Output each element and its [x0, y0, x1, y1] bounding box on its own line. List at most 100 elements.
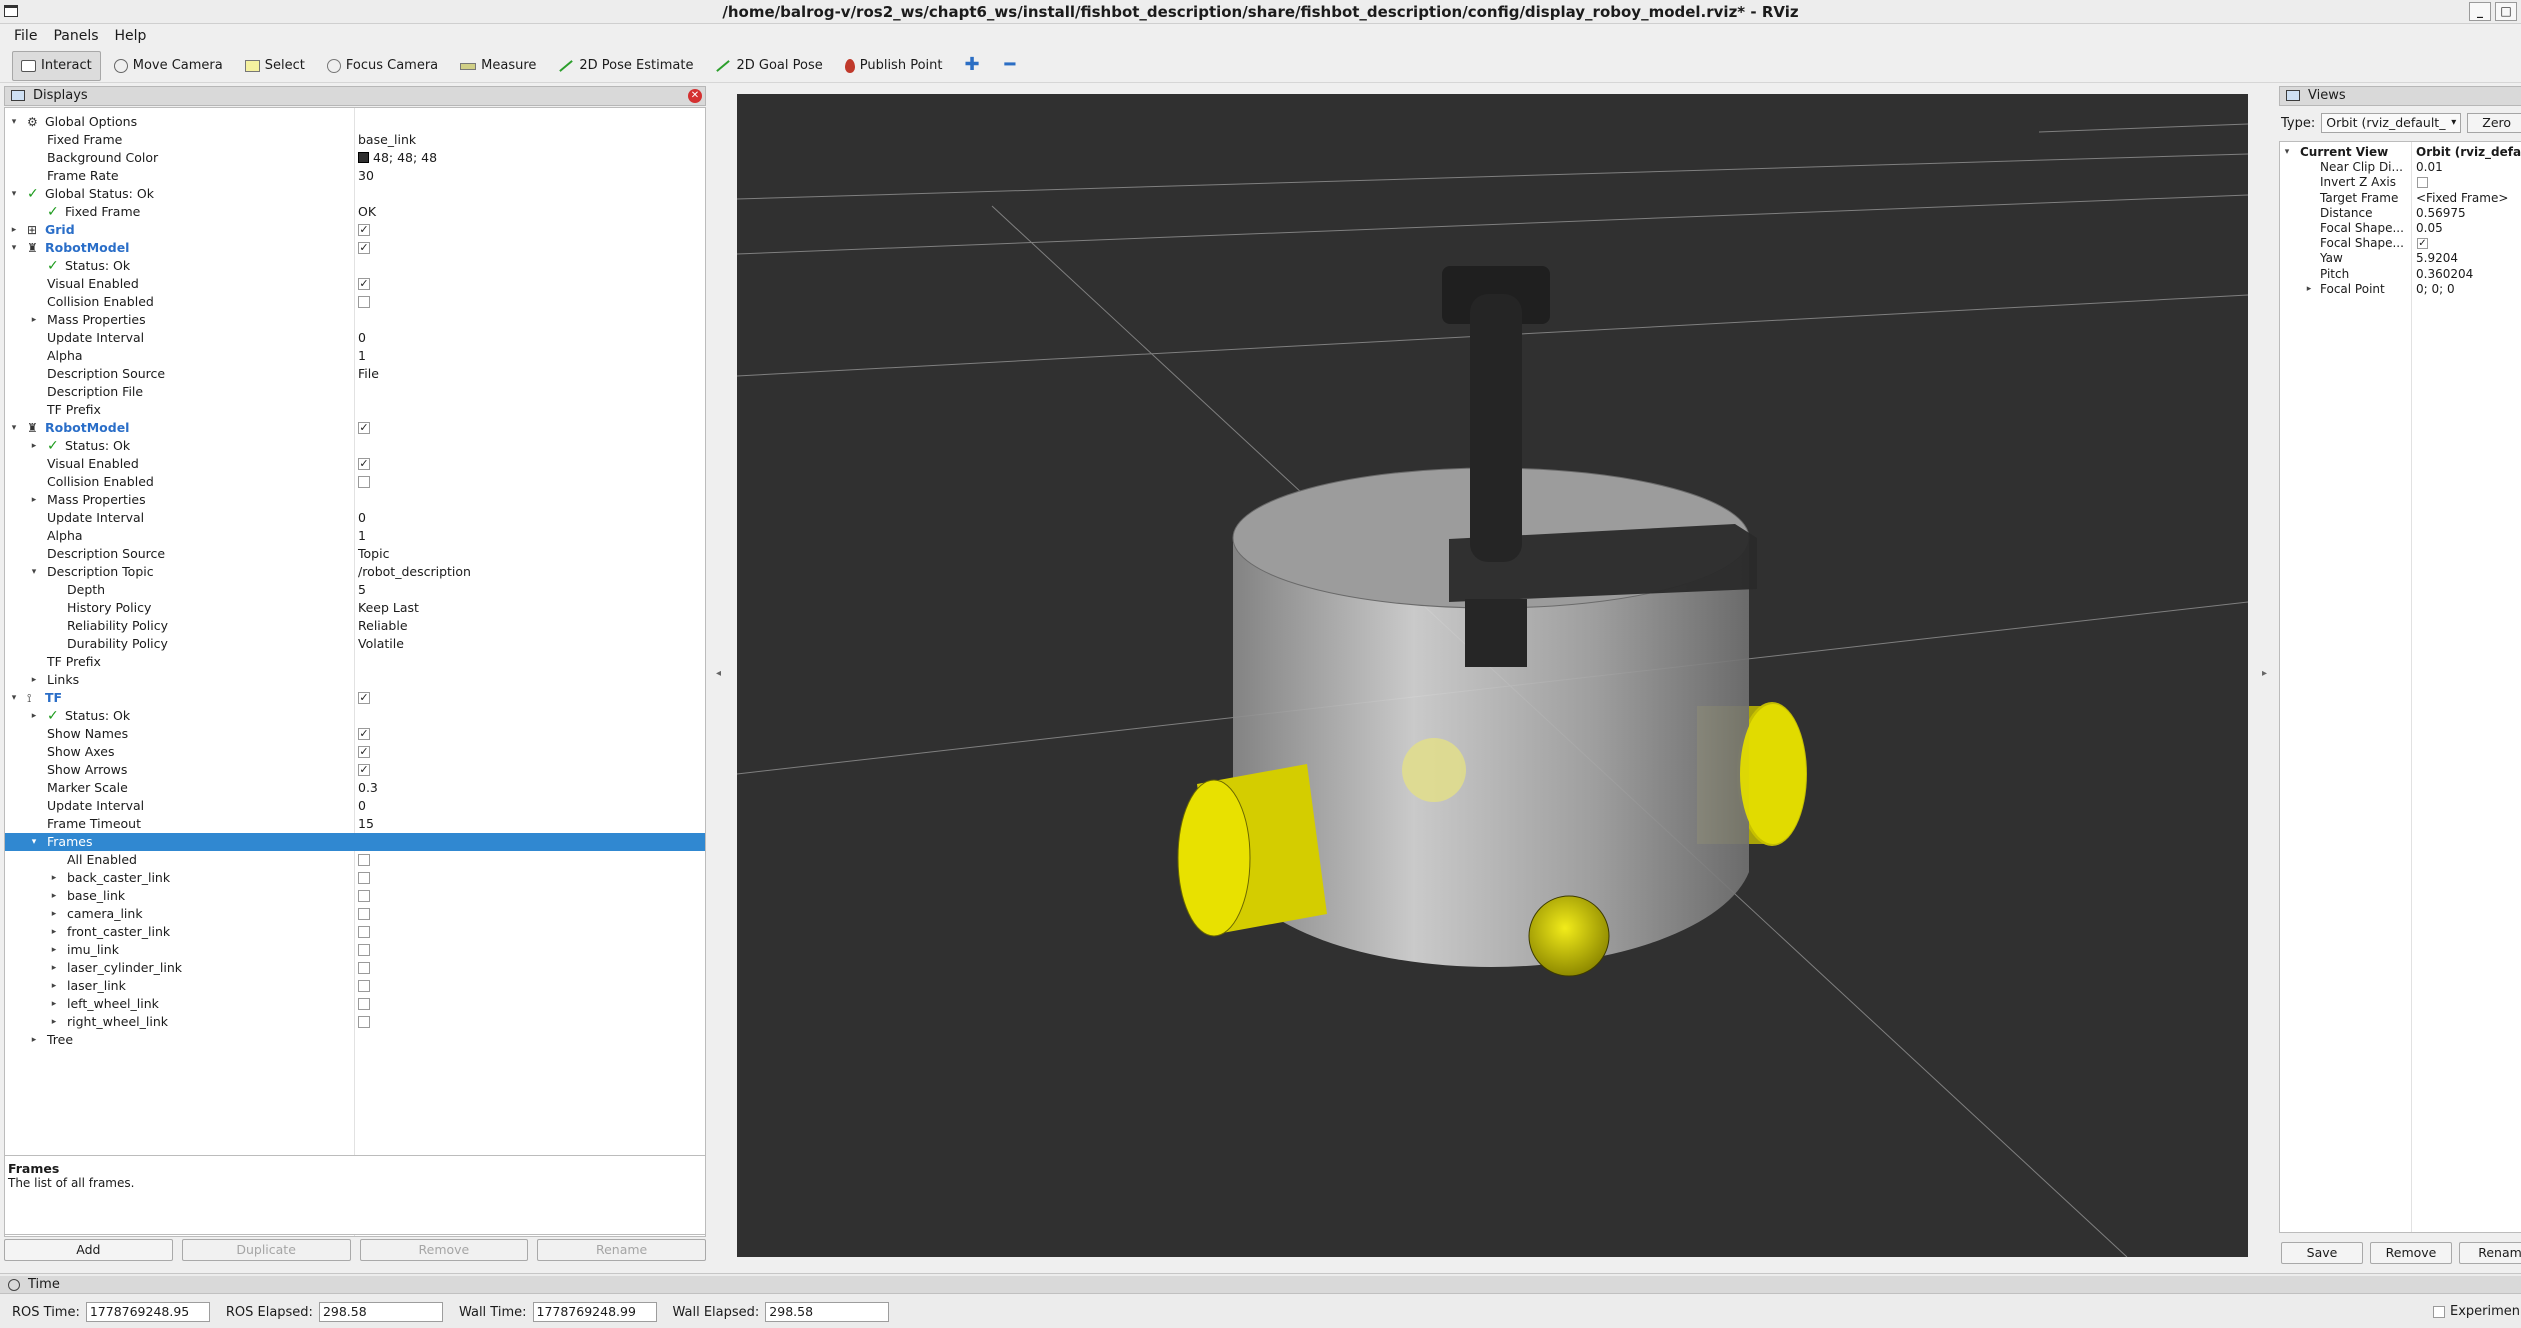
- view-property-row[interactable]: Distance 0.56975: [2280, 206, 2521, 221]
- tree-row[interactable]: ▾ ♜ RobotModel ✓: [5, 419, 705, 437]
- tree-row-value[interactable]: 0: [358, 797, 366, 815]
- goal-pose-tool-button[interactable]: 2D Goal Pose: [706, 51, 831, 81]
- expand-closed-icon[interactable]: ▸: [49, 887, 59, 905]
- scene-svg[interactable]: [737, 94, 2248, 1257]
- tree-row-checkbox[interactable]: [358, 1016, 370, 1028]
- view-property-row[interactable]: Pitch 0.360204: [2280, 267, 2521, 282]
- tree-row-checkbox[interactable]: [358, 944, 370, 956]
- focus-camera-tool-button[interactable]: Focus Camera: [318, 51, 447, 81]
- publish-point-tool-button[interactable]: Publish Point: [836, 51, 952, 81]
- tree-row[interactable]: ▸ Mass Properties: [5, 311, 705, 329]
- add-tool-button[interactable]: ✚: [955, 51, 991, 81]
- tree-row-value[interactable]: Topic: [358, 545, 389, 563]
- tree-row[interactable]: Depth 5: [5, 581, 705, 599]
- view-property-value[interactable]: 0.05: [2416, 221, 2443, 236]
- wall-elapsed-field[interactable]: 298.58: [765, 1302, 890, 1322]
- view-property-row[interactable]: Invert Z Axis: [2280, 175, 2521, 190]
- views-tree[interactable]: ▾ Current View Orbit (rviz_defa Near Clip D…: [2279, 141, 2521, 1233]
- expand-closed-icon[interactable]: ▸: [49, 959, 59, 977]
- expand-closed-icon[interactable]: ▸: [49, 923, 59, 941]
- zero-button[interactable]: Zero: [2467, 113, 2521, 133]
- expand-closed-icon[interactable]: ▸: [29, 437, 39, 455]
- tree-row[interactable]: All Enabled: [5, 851, 705, 869]
- color-swatch[interactable]: [358, 152, 369, 163]
- view-property-row[interactable]: Near Clip Di... 0.01: [2280, 160, 2521, 175]
- tree-row-value[interactable]: 15: [358, 815, 374, 833]
- tree-row[interactable]: ▸ right_wheel_link: [5, 1013, 705, 1031]
- rename-view-button[interactable]: Renam: [2459, 1242, 2521, 1264]
- tree-row[interactable]: ▸ Tree: [5, 1031, 705, 1049]
- tree-row[interactable]: ✓ Status: Ok: [5, 257, 705, 275]
- view-property-checkbox[interactable]: ✓: [2417, 238, 2428, 250]
- expand-closed-icon[interactable]: ▸: [49, 941, 59, 959]
- view-property-value[interactable]: 0; 0; 0: [2416, 282, 2455, 297]
- expand-closed-icon[interactable]: ▸: [49, 977, 59, 995]
- view-property-row[interactable]: Yaw 5.9204: [2280, 251, 2521, 266]
- tree-row-value[interactable]: base_link: [358, 131, 416, 149]
- expand-open-icon[interactable]: ▾: [9, 689, 19, 707]
- tree-row-value[interactable]: 1: [358, 347, 366, 365]
- view-type-select[interactable]: Orbit (rviz_default_: [2321, 113, 2462, 133]
- view-property-row[interactable]: Focal Shape... 0.05: [2280, 221, 2521, 236]
- tree-row-value[interactable]: /robot_description: [358, 563, 471, 581]
- tree-row[interactable]: Update Interval 0: [5, 509, 705, 527]
- tree-row[interactable]: ▾ Description Topic/robot_description: [5, 563, 705, 581]
- tree-row[interactable]: Collision Enabled: [5, 293, 705, 311]
- remove-tool-button[interactable]: ━: [995, 51, 1031, 81]
- views-column-divider[interactable]: [2411, 142, 2412, 1232]
- tree-row-value[interactable]: 0.3: [358, 779, 378, 797]
- tree-row-checkbox[interactable]: [358, 296, 370, 308]
- expand-closed-icon[interactable]: ▸: [29, 1031, 39, 1049]
- tree-row[interactable]: ▸ Links: [5, 671, 705, 689]
- tree-row[interactable]: Update Interval 0: [5, 329, 705, 347]
- tree-row-value[interactable]: 1: [358, 527, 366, 545]
- experimental-checkbox[interactable]: [2433, 1305, 2445, 1318]
- remove-button[interactable]: Remove: [359, 1239, 529, 1261]
- tree-row[interactable]: Description Source File: [5, 365, 705, 383]
- experimental-toggle[interactable]: Experimen: [2433, 1304, 2520, 1319]
- tree-row[interactable]: Durability Policy Volatile: [5, 635, 705, 653]
- view-property-value[interactable]: 0.360204: [2416, 267, 2473, 282]
- tree-row-checkbox[interactable]: [358, 890, 370, 902]
- tree-row[interactable]: Frame Rate 30: [5, 167, 705, 185]
- expand-open-icon[interactable]: ▾: [9, 239, 19, 257]
- tree-row[interactable]: Reliability Policy Reliable: [5, 617, 705, 635]
- tree-row[interactable]: Show Axes ✓: [5, 743, 705, 761]
- expand-closed-icon[interactable]: ▸: [29, 491, 39, 509]
- tree-row-checkbox[interactable]: ✓: [358, 764, 370, 776]
- expand-closed-icon[interactable]: ▸: [9, 221, 19, 239]
- expand-open-icon[interactable]: ▾: [9, 419, 19, 437]
- tree-row-value[interactable]: Reliable: [358, 617, 408, 635]
- tree-row[interactable]: ▾ ⚙ Global Options: [5, 113, 705, 131]
- tree-row[interactable]: Show Arrows ✓: [5, 761, 705, 779]
- tree-row[interactable]: ▾ ⟟ TF ✓: [5, 689, 705, 707]
- tree-row-value[interactable]: Keep Last: [358, 599, 419, 617]
- tree-row[interactable]: ▸ imu_link: [5, 941, 705, 959]
- tree-row[interactable]: Alpha 1: [5, 527, 705, 545]
- tree-row-checkbox[interactable]: ✓: [358, 224, 370, 236]
- tree-row-checkbox[interactable]: ✓: [358, 242, 370, 254]
- expand-open-icon[interactable]: ▾: [29, 563, 39, 581]
- rename-button[interactable]: Rename: [537, 1239, 706, 1261]
- tree-row-value[interactable]: OK: [358, 203, 376, 221]
- tree-row[interactable]: ▾ ✓ Global Status: Ok: [5, 185, 705, 203]
- expand-open-icon[interactable]: ▾: [29, 833, 39, 851]
- maximize-button[interactable]: □: [2495, 2, 2517, 21]
- expand-closed-icon[interactable]: ▸: [29, 311, 39, 329]
- tree-row[interactable]: ▸ ✓ Status: Ok: [5, 437, 705, 455]
- tree-row[interactable]: Visual Enabled ✓: [5, 455, 705, 473]
- tree-row[interactable]: Alpha 1: [5, 347, 705, 365]
- tree-row-checkbox[interactable]: ✓: [358, 458, 370, 470]
- displays-tree[interactable]: ▾ ⚙ Global Options Fixed Frame base_link Back…: [4, 107, 706, 1237]
- tree-row-checkbox[interactable]: [358, 998, 370, 1010]
- tree-row-checkbox[interactable]: [358, 476, 370, 488]
- measure-tool-button[interactable]: Measure: [451, 51, 545, 81]
- tree-row-checkbox[interactable]: [358, 980, 370, 992]
- select-tool-button[interactable]: Select: [236, 51, 314, 81]
- tree-row[interactable]: ▸ base_link: [5, 887, 705, 905]
- view-property-row[interactable]: ▸ Focal Point 0; 0; 0: [2280, 282, 2521, 297]
- tree-row[interactable]: Update Interval 0: [5, 797, 705, 815]
- menu-help[interactable]: Help: [107, 28, 155, 44]
- interact-tool-button[interactable]: Interact: [12, 50, 101, 81]
- tree-row-checkbox[interactable]: ✓: [358, 746, 370, 758]
